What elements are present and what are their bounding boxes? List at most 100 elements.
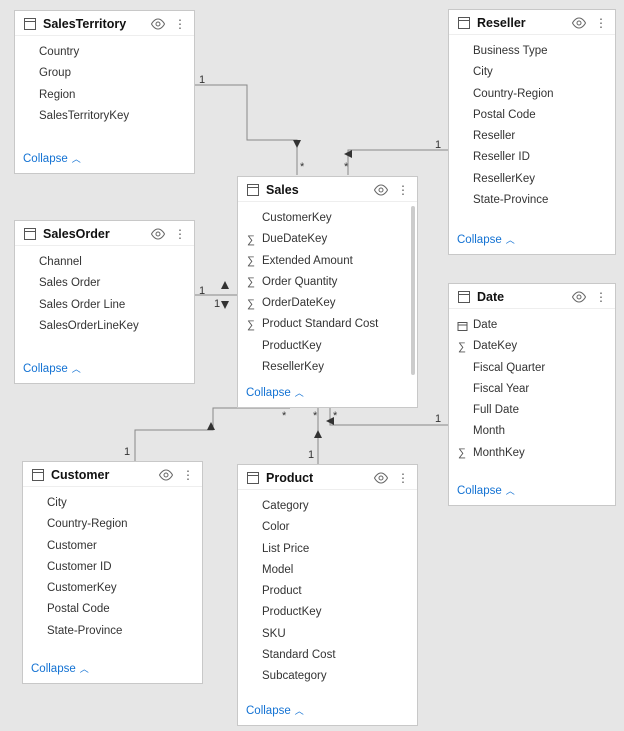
field[interactable]: Subcategory [238,666,417,687]
table-date[interactable]: Date ⋮ Date ∑DateKey Fiscal Quarter Fisc… [448,283,616,506]
chevron-up-icon: ︿ [506,484,515,497]
chevron-up-icon: ︿ [72,152,81,165]
field[interactable]: Country [15,42,194,63]
chevron-up-icon: ︿ [72,362,81,375]
table-icon [457,290,471,304]
table-title: Sales [266,183,299,197]
field[interactable]: Group [15,63,194,84]
field[interactable]: Standard Cost [238,645,417,666]
table-icon [246,183,260,197]
field[interactable]: Customer [23,536,202,557]
field[interactable]: Month [449,421,615,442]
field[interactable]: ∑Product Standard Cost [238,314,417,335]
field[interactable]: ∑DueDateKey [238,229,417,250]
field[interactable]: SKU [238,624,417,645]
cardinality-1: 1 [199,74,205,86]
field[interactable]: City [23,493,202,514]
cardinality-star: * [282,410,286,422]
field[interactable]: List Price [238,539,417,560]
field[interactable]: Category [238,496,417,517]
table-reseller[interactable]: Reseller ⋮ Business Type City Country-Re… [448,9,616,255]
table-title: Customer [51,468,109,482]
field[interactable]: Date [449,315,615,336]
table-salesterritory[interactable]: SalesTerritory ⋮ Country Group Region Sa… [14,10,195,174]
field[interactable]: Business Type [449,41,615,62]
field[interactable]: ∑Sales Amount [238,378,417,379]
field[interactable]: ∑MonthKey [449,443,615,464]
collapse-link[interactable]: Collapse︿ [246,386,304,399]
visibility-icon[interactable] [571,17,587,29]
cardinality-1: 1 [214,298,220,310]
field[interactable]: Channel [15,252,194,273]
collapse-link[interactable]: Collapse︿ [23,152,81,165]
field[interactable]: CustomerKey [23,578,202,599]
more-options-icon[interactable]: ⋮ [180,468,196,482]
more-options-icon[interactable]: ⋮ [172,17,188,31]
table-product[interactable]: Product ⋮ Category Color List Price Mode… [237,464,418,726]
cardinality-1: 1 [124,446,130,458]
table-sales[interactable]: Sales ⋮ CustomerKey ∑DueDateKey ∑Extende… [237,176,418,408]
cardinality-star: * [344,161,348,173]
more-options-icon[interactable]: ⋮ [395,471,411,485]
field-list: Date ∑DateKey Fiscal Quarter Fiscal Year… [449,309,615,477]
field-list: Category Color List Price Model Product … [238,490,417,697]
field[interactable]: Model [238,560,417,581]
visibility-icon[interactable] [373,184,389,196]
table-salesorder[interactable]: SalesOrder ⋮ Channel Sales Order Sales O… [14,220,195,384]
collapse-link[interactable]: Collapse︿ [457,484,515,497]
visibility-icon[interactable] [158,469,174,481]
visibility-icon[interactable] [571,291,587,303]
field[interactable]: Product [238,581,417,602]
field[interactable]: Reseller ID [449,147,615,168]
visibility-icon[interactable] [373,472,389,484]
field[interactable]: ∑DateKey [449,336,615,357]
more-options-icon[interactable]: ⋮ [395,183,411,197]
field[interactable]: ∑Order Quantity [238,272,417,293]
visibility-icon[interactable] [150,228,166,240]
field[interactable]: Fiscal Year [449,379,615,400]
more-options-icon[interactable]: ⋮ [593,290,609,304]
field[interactable]: Postal Code [449,105,615,126]
model-canvas[interactable]: 1 * 1 * 1 1 1 * 1 * 1 * SalesTerritory ⋮… [0,0,624,731]
field[interactable]: State-Province [449,190,615,211]
table-header: Customer ⋮ [23,462,202,487]
collapse-link[interactable]: Collapse︿ [23,362,81,375]
calendar-icon [455,320,469,331]
more-options-icon[interactable]: ⋮ [593,16,609,30]
field[interactable]: ∑Extended Amount [238,251,417,272]
field[interactable]: Region [15,85,194,106]
field[interactable]: Sales Order Line [15,295,194,316]
field[interactable]: ∑OrderDateKey [238,293,417,314]
field[interactable]: ResellerKey [238,357,417,378]
field[interactable]: Color [238,517,417,538]
collapse-link[interactable]: Collapse︿ [31,662,89,675]
field[interactable]: CustomerKey [238,208,417,229]
scrollbar[interactable] [411,206,415,375]
sigma-icon: ∑ [244,317,258,334]
field[interactable]: Country-Region [23,514,202,535]
table-header: Reseller ⋮ [449,10,615,35]
table-customer[interactable]: Customer ⋮ City Country-Region Customer … [22,461,203,684]
visibility-icon[interactable] [150,18,166,30]
field[interactable]: SalesOrderLineKey [15,316,194,337]
field[interactable]: Reseller [449,126,615,147]
field[interactable]: ResellerKey [449,169,615,190]
field[interactable]: ProductKey [238,602,417,623]
field[interactable]: Customer ID [23,557,202,578]
collapse-link[interactable]: Collapse︿ [246,704,304,717]
field[interactable]: Fiscal Quarter [449,358,615,379]
table-header: Product ⋮ [238,465,417,490]
field[interactable]: Country-Region [449,84,615,105]
table-title: Reseller [477,16,526,30]
field[interactable]: State-Province [23,621,202,642]
sigma-icon: ∑ [244,253,258,270]
field[interactable]: Sales Order [15,273,194,294]
more-options-icon[interactable]: ⋮ [172,227,188,241]
field[interactable]: SalesTerritoryKey [15,106,194,127]
field[interactable]: ProductKey [238,336,417,357]
table-title: SalesOrder [43,227,110,241]
field[interactable]: Full Date [449,400,615,421]
field[interactable]: Postal Code [23,599,202,620]
collapse-link[interactable]: Collapse︿ [457,233,515,246]
field[interactable]: City [449,62,615,83]
